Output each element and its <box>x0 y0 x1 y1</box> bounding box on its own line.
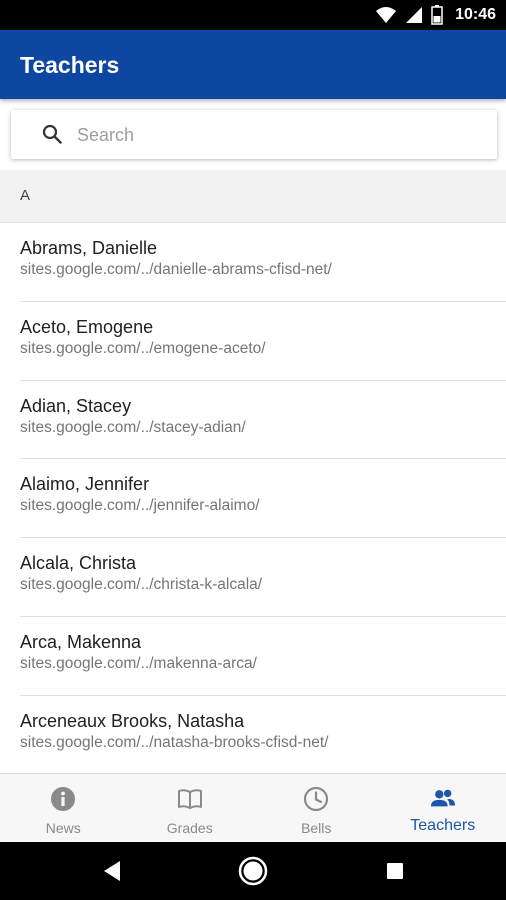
teacher-site: sites.google.com/../jennifer-alaimo/ <box>20 497 260 515</box>
teacher-name: Abrams, Danielle <box>20 238 158 258</box>
list-item[interactable]: Aceto, Emogene sites.google.com/../emoge… <box>0 302 506 381</box>
search-input[interactable] <box>77 121 477 149</box>
teacher-site: sites.google.com/../makenna-arca/ <box>20 654 257 672</box>
teacher-site: sites.google.com/../stacey-adian/ <box>20 418 246 436</box>
nav-label-grades: Grades <box>166 820 213 836</box>
nav-item-news[interactable]: News <box>0 774 127 842</box>
system-nav-bar <box>0 842 506 900</box>
teacher-name: Alaimo, Jennifer <box>20 474 150 495</box>
battery-icon <box>431 5 443 25</box>
list-item[interactable]: Alaimo, Jennifer sites.google.com/../jen… <box>0 459 506 538</box>
back-button[interactable] <box>82 842 142 900</box>
clock-icon <box>304 786 329 812</box>
list-item[interactable]: Arceneaux Brooks, Natasha sites.google.c… <box>0 696 506 773</box>
list-item[interactable]: Alcala, Christa sites.google.com/../chri… <box>0 538 506 617</box>
status-time: 10:46 <box>455 6 496 23</box>
book-icon <box>177 789 202 809</box>
search-bar[interactable] <box>11 110 497 159</box>
recents-button[interactable] <box>365 842 425 900</box>
nav-label-teachers: Teachers <box>410 817 476 834</box>
nav-label-bells: Bells <box>301 820 332 836</box>
info-icon <box>51 787 76 811</box>
teacher-site: sites.google.com/../emogene-aceto/ <box>20 339 266 357</box>
nav-item-teachers[interactable]: Teachers <box>380 774 506 842</box>
list-item[interactable]: Arca, Makenna sites.google.com/../makenn… <box>0 617 506 696</box>
nav-item-bells[interactable]: Bells <box>253 774 380 842</box>
status-bar: 10:46 <box>0 0 506 30</box>
section-letter: A <box>20 187 31 204</box>
app-bar: Teachers <box>0 30 506 99</box>
list-item[interactable]: Adian, Stacey sites.google.com/../stacey… <box>0 381 506 460</box>
teacher-name: Alcala, Christa <box>20 553 137 574</box>
teacher-name: Adian, Stacey <box>20 395 132 416</box>
recents-icon <box>387 863 403 879</box>
teacher-name: Arceneaux Brooks, Natasha <box>20 710 245 731</box>
teacher-site: sites.google.com/../natasha-brooks-cfisd… <box>20 733 329 751</box>
wifi-icon <box>376 7 397 23</box>
status-icons: 10:46 <box>375 0 496 30</box>
teacher-site: sites.google.com/../danielle-abrams-cfis… <box>20 261 332 278</box>
page-title: Teachers <box>20 52 120 78</box>
teacher-site: sites.google.com/../christa-k-alcala/ <box>20 576 263 594</box>
nav-label-news: News <box>45 820 81 836</box>
search-icon[interactable] <box>42 124 62 144</box>
teacher-name: Arca, Makenna <box>20 631 142 652</box>
section-header: A <box>0 170 506 223</box>
bottom-nav: News Grades Bells Teachers <box>0 773 506 842</box>
people-icon <box>430 789 455 807</box>
back-icon <box>104 861 120 881</box>
nav-item-grades[interactable]: Grades <box>127 774 254 842</box>
list-item[interactable]: Abrams, Danielle sites.google.com/../dan… <box>0 223 506 302</box>
signal-icon <box>406 7 423 23</box>
teacher-name: Aceto, Emogene <box>20 316 154 337</box>
teacher-list: Abrams, Danielle sites.google.com/../dan… <box>0 223 506 773</box>
home-icon <box>238 856 268 886</box>
home-button[interactable] <box>223 842 283 900</box>
